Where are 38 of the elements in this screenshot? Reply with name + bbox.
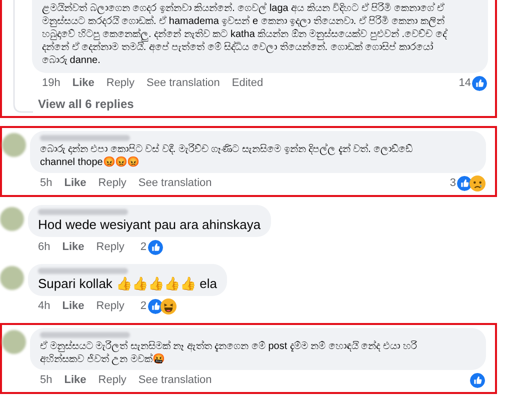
comment-time[interactable]: 19h	[42, 75, 60, 92]
reaction-count[interactable]: 2	[140, 239, 147, 256]
comment-time[interactable]: 5h	[40, 175, 52, 192]
comment-text: ළමයින්වත් බලාගෙන ගෙදර ඉන්නවා කියන්නේ. ගෙවල් laga අය කියන විදිහට ඒ පිරිමි කෙනාගේ ඒ මනුස්සයට කරදරයි ගොඩක්. ඒ hamadema ඉවසන් e කෙනා ඉදලා තියෙනවා. ඒ පිරිමි කෙනා කලින් හබුදාවේ හිටපු කෙනෙක්ලු. දන්නේ නැතිව කට katha කියන්න ඕන මනුස්සයෙක්ව පුළුවන් .වෙච්ච දේ දන්නේ ඒ දෙන්නාම තමයි. අපේ පැත්තේ මේ සිද්ධිය වෙලා තියෙන්නේ. ගොඩක් ගොසිප් කාරයෝ බොරු danne.	[42, 2, 448, 67]
like-link[interactable]: Like	[64, 372, 86, 389]
comment-text: බොරු දාන්න එපා කොපිට වස් වදී. මැරිච්ච ගෑණිට සැනසිමෙ ඉන්න දිපල්ල දැන් වත්. ලොඩ්ඩේ channel thope😡😡😡	[40, 143, 414, 169]
like-icon	[471, 75, 488, 92]
comment-text: Hod wede wesiyant pau ara ahinskaya	[38, 217, 261, 233]
see-translation-link[interactable]: See translation	[138, 175, 212, 192]
comment-text: Supari kollak 👍👍👍👍👍 ela	[38, 276, 217, 292]
like-icon	[469, 372, 486, 389]
like-link[interactable]: Like	[62, 239, 84, 256]
sad-face-icon	[469, 175, 486, 192]
edited-label: Edited	[232, 76, 264, 92]
avatar[interactable]	[0, 266, 24, 290]
avatar[interactable]	[2, 133, 26, 157]
like-link[interactable]: Like	[72, 75, 94, 92]
see-translation-link[interactable]: See translation	[138, 372, 212, 389]
like-link[interactable]: Like	[62, 298, 84, 315]
avatar[interactable]	[2, 330, 26, 354]
reaction-count[interactable]: 14	[458, 75, 471, 92]
reply-link[interactable]: Reply	[98, 372, 126, 389]
reply-link[interactable]: Reply	[106, 75, 134, 92]
view-replies-link[interactable]: View all 6 replies	[32, 95, 488, 113]
reply-link[interactable]: Reply	[96, 239, 124, 256]
laughing-face-icon	[160, 298, 177, 315]
comment-time[interactable]: 5h	[40, 372, 52, 389]
comment-text: ඒ මනුස්සයට මැරිලත් සැනසිමක් නෑ ඇත්ත දැනගෙන මේ post දැම්ම නම් හොඳයි නේද එයා හරි අහින්සකව ජිවත් උන මවක්🤬	[40, 340, 418, 366]
reaction-count[interactable]: 2	[140, 298, 147, 315]
see-translation-link[interactable]: See translation	[146, 75, 220, 92]
reply-link[interactable]: Reply	[98, 175, 126, 192]
like-link[interactable]: Like	[64, 175, 86, 192]
comment-time[interactable]: 6h	[38, 239, 50, 256]
like-icon	[146, 239, 164, 256]
avatar[interactable]	[0, 207, 24, 231]
reply-link[interactable]: Reply	[96, 298, 124, 315]
reaction-count[interactable]: 3	[450, 175, 456, 192]
comment-time[interactable]: 4h	[38, 298, 50, 315]
